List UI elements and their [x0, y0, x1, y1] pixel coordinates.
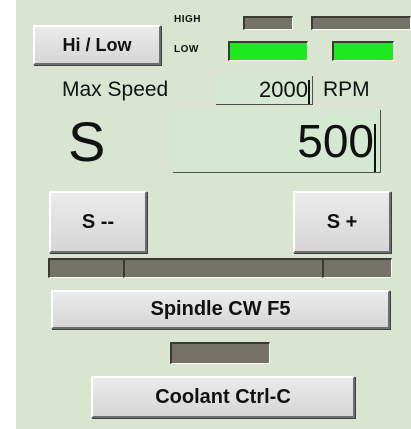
spindle-speed-increase-label: S +	[326, 210, 358, 233]
hi-low-button-label: Hi / Low	[62, 34, 132, 55]
coolant-button-label: Coolant Ctrl-C	[155, 385, 291, 408]
spindle-control-panel: Hi / Low HIGH LOW Max Speed 2000 RPM S 5…	[16, 0, 411, 429]
text-cursor	[374, 124, 376, 172]
spindle-cw-button-label: Spindle CW F5	[150, 298, 291, 320]
spindle-speed-field[interactable]: 500	[173, 110, 381, 173]
max-speed-field[interactable]: 2000	[216, 76, 313, 105]
low-indicator-left	[228, 41, 308, 61]
max-speed-unit: RPM	[323, 78, 370, 101]
spindle-speed-value: 500	[297, 115, 374, 167]
high-range-label: HIGH	[174, 14, 201, 25]
max-speed-value: 2000	[259, 77, 308, 102]
spindle-speed-decrease-label: S --	[81, 210, 115, 233]
spindle-status-bar-left	[48, 258, 124, 278]
spindle-speed-increase-button[interactable]: S +	[293, 191, 391, 253]
text-cursor	[308, 80, 310, 104]
high-indicator-right	[311, 16, 411, 30]
spindle-status-bar-center	[123, 258, 323, 278]
spindle-speed-label: S	[68, 110, 106, 173]
hi-low-button[interactable]: Hi / Low	[33, 25, 161, 65]
spindle-status-bar-right	[322, 258, 392, 278]
low-indicator-right	[332, 41, 394, 61]
low-range-label: LOW	[174, 44, 199, 55]
high-indicator-left	[243, 16, 293, 30]
coolant-indicator	[170, 342, 270, 364]
max-speed-label: Max Speed	[62, 78, 169, 101]
spindle-speed-decrease-button[interactable]: S --	[49, 191, 147, 253]
spindle-cw-button[interactable]: Spindle CW F5	[51, 290, 390, 329]
coolant-button[interactable]: Coolant Ctrl-C	[91, 376, 355, 418]
